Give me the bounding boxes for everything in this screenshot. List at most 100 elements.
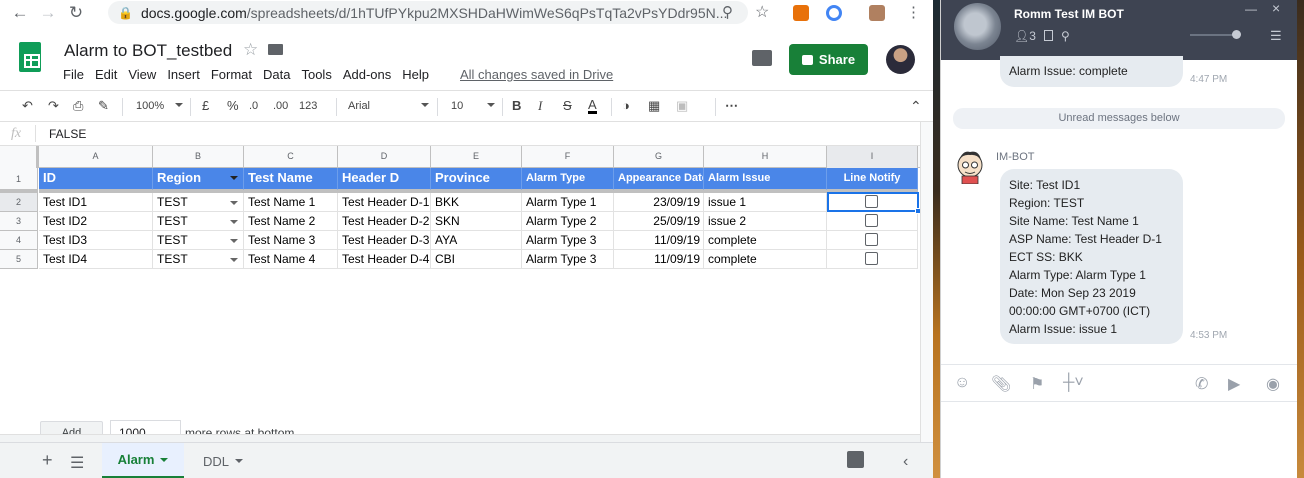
- member-count[interactable]: 👤︎3: [1014, 29, 1036, 43]
- column-header[interactable]: H: [704, 146, 827, 168]
- emoji-icon[interactable]: ☺: [954, 374, 970, 392]
- checkbox[interactable]: [865, 195, 878, 208]
- call-icon[interactable]: ✆: [1195, 374, 1208, 394]
- message-input[interactable]: [941, 402, 1297, 478]
- extension-icon[interactable]: [793, 5, 809, 21]
- cell-alarm-issue[interactable]: issue 1: [704, 193, 827, 212]
- chevron-down-icon[interactable]: [175, 103, 183, 107]
- checkbox[interactable]: [865, 214, 878, 227]
- column-header[interactable]: E: [431, 146, 522, 168]
- cell-id[interactable]: Test ID1: [39, 193, 153, 212]
- column-header[interactable]: C: [244, 146, 338, 168]
- minimize-icon[interactable]: —: [1245, 2, 1257, 16]
- menu-tools[interactable]: Tools: [301, 67, 331, 82]
- cell-alarm-type[interactable]: Alarm Type 1: [522, 193, 614, 212]
- cell-province[interactable]: CBI: [431, 250, 522, 269]
- collapse-toolbar-icon[interactable]: ⌃: [910, 98, 922, 115]
- select-all-corner[interactable]: [0, 146, 39, 168]
- vertical-scrollbar[interactable]: [920, 122, 933, 442]
- close-icon[interactable]: ×: [1272, 0, 1280, 16]
- header-cell-province[interactable]: Province: [431, 168, 522, 190]
- cell-province[interactable]: AYA: [431, 231, 522, 250]
- header-cell-alarm-issue[interactable]: Alarm Issue: [704, 168, 827, 190]
- cell-id[interactable]: Test ID2: [39, 212, 153, 231]
- crop-icon[interactable]: ┼˅: [1063, 374, 1084, 392]
- dropdown-icon[interactable]: [230, 258, 238, 262]
- folder-icon[interactable]: [268, 44, 283, 55]
- star-icon[interactable]: ☆: [243, 40, 258, 60]
- volume-knob[interactable]: [1232, 30, 1241, 39]
- row-header[interactable]: 1: [0, 168, 38, 190]
- dropdown-icon[interactable]: [230, 220, 238, 224]
- row-header[interactable]: 5: [0, 250, 38, 269]
- menu-file[interactable]: File: [63, 67, 84, 82]
- cell-line-notify[interactable]: [827, 193, 918, 212]
- chevron-down-icon[interactable]: [235, 459, 243, 463]
- forward-arrow-icon[interactable]: →: [34, 1, 62, 25]
- all-sheets-icon[interactable]: ☰: [70, 453, 84, 473]
- google-extension-icon[interactable]: [826, 5, 842, 21]
- cell-test-name[interactable]: Test Name 4: [244, 250, 338, 269]
- zoom-icon[interactable]: ⚲: [722, 3, 733, 21]
- print-icon[interactable]: ⎙: [73, 98, 83, 114]
- fill-color-icon[interactable]: ◑: [622, 98, 630, 113]
- increase-decimal-button[interactable]: .00: [273, 100, 288, 112]
- header-cell-alarm-type[interactable]: Alarm Type: [522, 168, 614, 190]
- cell-line-notify[interactable]: [827, 250, 918, 269]
- cell-alarm-type[interactable]: Alarm Type 3: [522, 250, 614, 269]
- more-icon[interactable]: ⋯: [725, 98, 738, 114]
- avatar[interactable]: [886, 45, 915, 74]
- strikethrough-button[interactable]: S: [563, 98, 572, 113]
- cell-id[interactable]: Test ID3: [39, 231, 153, 250]
- comment-icon[interactable]: [752, 50, 772, 66]
- cell-id[interactable]: Test ID4: [39, 250, 153, 269]
- share-button[interactable]: Share: [789, 44, 868, 75]
- explore-icon[interactable]: [847, 451, 864, 468]
- dropdown-icon[interactable]: [230, 176, 238, 180]
- bot-avatar[interactable]: [953, 148, 987, 184]
- cell-test-name[interactable]: Test Name 1: [244, 193, 338, 212]
- menu-icon[interactable]: ☰: [1270, 28, 1282, 44]
- chevron-down-icon[interactable]: [160, 457, 169, 462]
- menu-format[interactable]: Format: [211, 67, 252, 82]
- broadcast-icon[interactable]: ◉: [1266, 374, 1280, 394]
- undo-icon[interactable]: ↶: [22, 98, 33, 114]
- menu-edit[interactable]: Edit: [95, 67, 117, 82]
- cell-appearance-date[interactable]: 25/09/19: [614, 212, 704, 231]
- header-cell-line-notify[interactable]: Line Notify: [827, 168, 918, 190]
- header-cell-id[interactable]: ID: [39, 168, 153, 190]
- search-icon[interactable]: ⚲: [1061, 29, 1070, 43]
- cell-alarm-issue[interactable]: complete: [704, 231, 827, 250]
- zoom-select[interactable]: 100%: [136, 100, 164, 112]
- column-header[interactable]: B: [153, 146, 244, 168]
- column-header[interactable]: D: [338, 146, 431, 168]
- decrease-decimal-button[interactable]: .0: [249, 100, 258, 112]
- cell-alarm-type[interactable]: Alarm Type 3: [522, 231, 614, 250]
- cell-header-d[interactable]: Test Header D-1: [338, 193, 431, 212]
- checkbox[interactable]: [865, 252, 878, 265]
- column-header[interactable]: F: [522, 146, 614, 168]
- header-cell-test-name[interactable]: Test Name: [244, 168, 338, 190]
- more-formats-button[interactable]: 123: [299, 100, 317, 112]
- kebab-menu-icon[interactable]: ⋮: [906, 3, 921, 21]
- cell-alarm-issue[interactable]: complete: [704, 250, 827, 269]
- notes-icon[interactable]: [1044, 30, 1053, 41]
- cell-header-d[interactable]: Test Header D-3: [338, 231, 431, 250]
- bookmark-icon[interactable]: ⚑: [1030, 374, 1044, 394]
- italic-button[interactable]: I: [538, 98, 542, 114]
- video-icon[interactable]: ▶: [1228, 374, 1240, 394]
- reload-icon[interactable]: ↻: [62, 1, 90, 25]
- add-sheet-icon[interactable]: +: [42, 450, 53, 471]
- profile-extension-icon[interactable]: [869, 5, 885, 21]
- cell-region[interactable]: TEST: [153, 212, 244, 231]
- paint-format-icon[interactable]: ✎: [98, 98, 109, 114]
- cell-line-notify[interactable]: [827, 231, 918, 250]
- chevron-down-icon[interactable]: [487, 103, 495, 107]
- cell-province[interactable]: BKK: [431, 193, 522, 212]
- column-header[interactable]: A: [39, 146, 153, 168]
- attach-icon[interactable]: 📎︎: [991, 374, 1011, 394]
- cell-line-notify[interactable]: [827, 212, 918, 231]
- column-header[interactable]: G: [614, 146, 704, 168]
- cell-test-name[interactable]: Test Name 2: [244, 212, 338, 231]
- address-bar[interactable]: 🔒 docs.google.com/spreadsheets/d/1hTUfPY…: [108, 1, 748, 24]
